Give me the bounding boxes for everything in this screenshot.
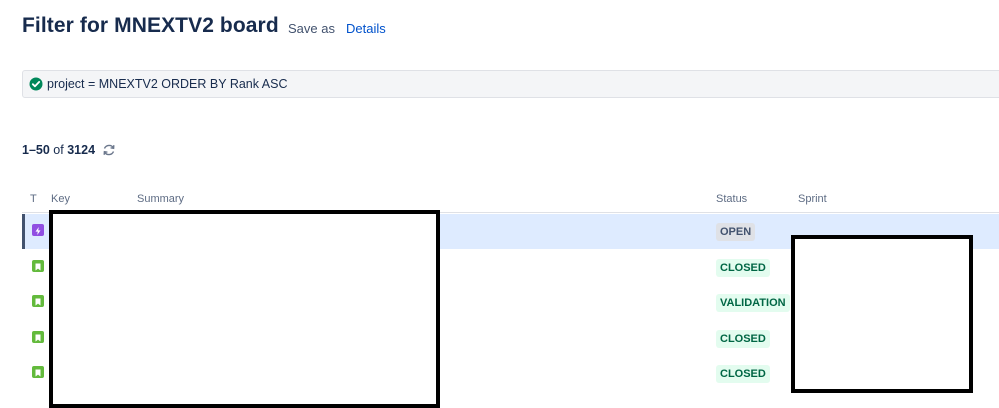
story-icon: [32, 295, 44, 307]
details-link[interactable]: Details: [346, 21, 386, 36]
page-title: Filter for MNEXTV2 board: [22, 14, 279, 37]
column-header-sprint[interactable]: Sprint: [798, 193, 827, 205]
story-icon: [32, 331, 44, 343]
jql-query-box[interactable]: project = MNEXTV2 ORDER BY Rank ASC: [22, 70, 999, 98]
result-range: 1–50: [22, 143, 50, 157]
result-count: 1–50 of 3124: [22, 143, 95, 157]
redacted-sprint-block: [791, 235, 973, 393]
redacted-key-summary-block: [49, 210, 440, 408]
status-badge: CLOSED: [716, 259, 770, 277]
story-icon: [32, 260, 44, 272]
story-icon: [32, 366, 44, 378]
refresh-icon[interactable]: [102, 143, 116, 157]
result-of: of: [53, 143, 64, 157]
jql-query-text: project = MNEXTV2 ORDER BY Rank ASC: [47, 77, 288, 91]
column-header-key[interactable]: Key: [51, 193, 70, 205]
column-header-summary[interactable]: Summary: [137, 193, 184, 205]
check-circle-icon: [29, 77, 43, 91]
column-header-status[interactable]: Status: [716, 193, 747, 205]
status-badge: VALIDATION: [716, 294, 790, 312]
status-badge: CLOSED: [716, 330, 770, 348]
save-as-button[interactable]: Save as: [288, 21, 335, 36]
result-total: 3124: [67, 143, 96, 157]
status-badge: CLOSED: [716, 365, 770, 383]
status-badge: OPEN: [716, 223, 756, 241]
epic-icon: [32, 224, 44, 236]
column-header-type[interactable]: T: [30, 193, 37, 205]
